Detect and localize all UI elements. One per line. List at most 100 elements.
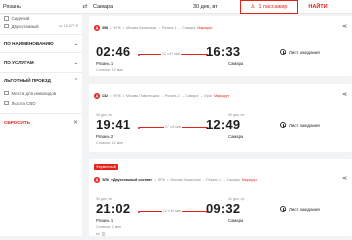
share-icon[interactable]: ⋖ bbox=[342, 175, 347, 182]
train-icon: Д bbox=[94, 93, 100, 99]
waitlist-button[interactable]: Лист ожидания bbox=[280, 122, 320, 128]
to-value: Самара bbox=[93, 3, 114, 10]
search-bar: Рязань ⇄ Самара 30 дек, вт ♙ 1 пассажир … bbox=[0, 0, 352, 14]
route-link[interactable]: Маршрут bbox=[214, 94, 229, 98]
train-sep: • bbox=[110, 26, 112, 30]
filter-label: Сидячий bbox=[11, 16, 30, 21]
departure-time: 19:41 bbox=[96, 117, 131, 132]
from-field[interactable]: Рязань bbox=[0, 0, 80, 14]
filter-sidebar: Сидячий Двухэтажный от 16 677 ₽ ПО НАИМЕ… bbox=[0, 15, 82, 236]
train-number: ЭЛ6 bbox=[102, 178, 109, 182]
share-icon[interactable]: ⋖ bbox=[342, 23, 347, 30]
train-sep: • bbox=[110, 94, 112, 98]
clock-icon bbox=[280, 122, 286, 128]
reset-button[interactable]: СБРОСИТЬ bbox=[4, 120, 30, 125]
section-by-name[interactable]: ПО НАИМЕНОВАНИЮ ⌄ bbox=[0, 34, 82, 52]
section-title: ПО НАИМЕНОВАНИЮ bbox=[4, 41, 54, 46]
arrival-time: 16:33 bbox=[206, 44, 241, 59]
to-field[interactable]: Самара bbox=[90, 0, 190, 14]
train-carrier: ФПК bbox=[113, 26, 121, 30]
share-icon[interactable]: ⋖ bbox=[342, 91, 347, 98]
train-route: Москва Казанская → Рязань 1 → Самара bbox=[170, 178, 240, 182]
train-number: 132 bbox=[102, 94, 108, 98]
section-by-services[interactable]: ПО УСЛУГАМ ⌄ bbox=[0, 52, 82, 72]
waitlist-label: Лист ожидания bbox=[289, 49, 320, 55]
train-icon: Д bbox=[94, 177, 100, 183]
train-sep: • bbox=[154, 178, 156, 182]
amenity-icon: ◫ bbox=[101, 231, 106, 236]
duration: 13 ч 47 мин bbox=[161, 52, 182, 56]
waitlist-button[interactable]: Лист ожидания bbox=[280, 49, 320, 55]
passengers-button[interactable]: ♙ 1 пассажир bbox=[240, 0, 298, 14]
close-icon[interactable]: ✕ bbox=[73, 119, 78, 126]
filter-label: Льгота СВО bbox=[11, 100, 36, 106]
amenities: ▭ ◫ bbox=[96, 231, 106, 236]
train-number: 398 bbox=[102, 26, 108, 30]
train-header: Д 132 • ФПК • Москва Павелецкая → Рязань… bbox=[94, 93, 229, 99]
date-value: 30 дек, вт bbox=[193, 3, 218, 10]
departure-station: Рязань 2 bbox=[96, 134, 114, 139]
train-carrier: ФПК bbox=[157, 178, 166, 182]
duration: 17 ч 8 мин bbox=[164, 125, 183, 129]
section-title: ЛЬГОТНЫЙ ПРОЕЗД bbox=[4, 78, 51, 83]
amenity-icon: ▭ bbox=[96, 231, 100, 236]
stop-info: Стоянка: 12 мин bbox=[96, 141, 124, 145]
person-icon: ♙ bbox=[250, 3, 256, 10]
filter-item-disabled-seats[interactable]: Места для инвалидов bbox=[0, 88, 82, 98]
checkbox[interactable] bbox=[4, 16, 9, 21]
filter-label: Двухэтажный bbox=[11, 23, 39, 29]
stop-info: Стоянка: 12 мин bbox=[96, 68, 124, 72]
train-header: Д 398 • ФПК • Москва Казанская → Рязань … bbox=[94, 25, 213, 31]
train-carrier: ФПК bbox=[113, 94, 121, 98]
filter-item-seated[interactable]: Сидячий bbox=[0, 15, 82, 22]
train-sep: • bbox=[122, 94, 124, 98]
train-route: Москва Казанская → Рязань 1 → Самара bbox=[125, 26, 196, 30]
arrival-station: Самара bbox=[228, 61, 244, 66]
checkbox[interactable] bbox=[4, 23, 9, 29]
train-icon: Д bbox=[94, 25, 100, 31]
filter-item-svo[interactable]: Льгота СВО bbox=[0, 98, 82, 108]
waitlist-button[interactable]: Лист ожидания bbox=[280, 206, 320, 212]
train-route: Москва Павелецкая → Рязань 2 → Самара → … bbox=[125, 94, 213, 98]
train-sep: • bbox=[167, 178, 169, 182]
route-link[interactable]: Маршрут bbox=[197, 26, 212, 30]
train-sep: • bbox=[122, 26, 124, 30]
section-title: ПО УСЛУГАМ bbox=[4, 60, 34, 65]
filter-item-double-decker[interactable]: Двухэтажный от 16 677 ₽ bbox=[0, 22, 82, 30]
clock-icon bbox=[280, 206, 286, 212]
train-header: Д ЭЛ6 «Двухэтажный состав» • ФПК • Москв… bbox=[94, 177, 257, 183]
train-card[interactable]: Фирменный Д ЭЛ6 «Двухэтажный состав» • Ф… bbox=[89, 159, 352, 236]
swap-icon[interactable]: ⇄ bbox=[80, 0, 90, 14]
train-card[interactable]: Д 132 • ФПК • Москва Павелецкая → Рязань… bbox=[89, 84, 352, 152]
find-button[interactable]: НАЙТИ bbox=[298, 0, 338, 14]
waitlist-label: Лист ожидания bbox=[289, 122, 320, 128]
arrival-station: Самара bbox=[228, 134, 244, 139]
route-link[interactable]: Маршрут bbox=[242, 178, 257, 182]
page: Рязань ⇄ Самара 30 дек, вт ♙ 1 пассажир … bbox=[0, 0, 352, 236]
checkbox[interactable] bbox=[4, 90, 9, 96]
departure-station: Рязань 1 bbox=[96, 218, 114, 223]
find-label: НАЙТИ bbox=[308, 3, 328, 10]
departure-station: Рязань 1 bbox=[96, 61, 114, 66]
branded-badge: Фирменный bbox=[94, 164, 118, 170]
clock-icon bbox=[280, 49, 286, 55]
stop-info: Стоянка: 2 мин bbox=[96, 225, 122, 229]
arrival-time: 09:32 bbox=[206, 201, 241, 216]
filter-label: Места для инвалидов bbox=[11, 90, 57, 96]
departure-time: 21:02 bbox=[96, 201, 131, 216]
chevron-down-icon: ⌄ bbox=[73, 40, 78, 47]
filter-price: от 16 677 ₽ bbox=[59, 24, 78, 28]
reset-row: СБРОСИТЬ ✕ bbox=[0, 113, 82, 131]
train-name: «Двухэтажный состав» bbox=[110, 178, 153, 182]
passengers-label: 1 пассажир bbox=[258, 3, 288, 10]
from-value: Рязань bbox=[3, 3, 21, 10]
departure-time: 02:46 bbox=[96, 44, 131, 59]
section-benefits[interactable]: ЛЬГОТНЫЙ ПРОЕЗД ⌃ bbox=[0, 72, 82, 88]
arrival-station: Самара bbox=[228, 218, 244, 223]
arrival-time: 12:49 bbox=[206, 117, 241, 132]
chevron-up-icon: ⌃ bbox=[73, 77, 78, 84]
checkbox[interactable] bbox=[4, 100, 9, 106]
chevron-down-icon: ⌄ bbox=[73, 59, 78, 66]
train-card[interactable]: Д 398 • ФПК • Москва Казанская → Рязань … bbox=[89, 16, 352, 76]
date-field[interactable]: 30 дек, вт bbox=[190, 0, 240, 14]
